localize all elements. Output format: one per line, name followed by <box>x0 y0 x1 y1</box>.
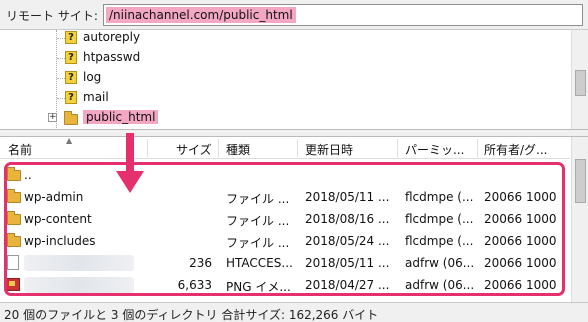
file-icon <box>7 255 19 270</box>
tree-item-label: log <box>83 70 102 84</box>
file-name: wp-includes <box>24 234 96 248</box>
tree-item-label: public_html <box>83 110 159 124</box>
folder-icon <box>7 189 21 203</box>
tree-item-label: autoreply <box>83 30 141 44</box>
redacted-filename <box>24 277 134 293</box>
unknown-question-icon: ? <box>65 71 77 84</box>
file-date: 2018/05/11 ... <box>305 190 390 204</box>
file-date: 2018/05/24 ... <box>305 234 390 248</box>
file-type: ファイル ... <box>226 192 290 206</box>
file-row-parent[interactable]: .. <box>0 164 570 186</box>
folder-icon <box>7 167 21 181</box>
column-header-size[interactable]: サイズ <box>176 141 212 158</box>
tree-scrollbar-thumb[interactable] <box>575 70 586 96</box>
file-permissions: flcdmpe (... <box>405 234 474 248</box>
file-size: 6,633 <box>177 278 212 292</box>
file-owner: 20066 1000 <box>484 256 557 270</box>
unknown-question-icon: ? <box>65 31 77 44</box>
tree-item-label: htpasswd <box>83 50 141 64</box>
folder-icon <box>64 111 78 125</box>
status-text: 20 個のファイルと 3 個のディレクトリ 合計サイズ: 162,266 バイト <box>4 308 379 322</box>
remote-file-list[interactable]: 名前 ▲ サイズ 種類 更新日時 パーミッ... 所有者/グ... .. wp-… <box>0 136 588 303</box>
file-list-scrollbar[interactable] <box>571 137 588 303</box>
file-permissions: flcdmpe (... <box>405 212 474 226</box>
file-size: 236 <box>189 256 212 270</box>
remote-directory-tree[interactable]: ? autoreply ? htpasswd ? log ? mail + pu… <box>0 30 588 130</box>
tree-item-mail[interactable]: ? mail <box>0 88 570 108</box>
file-row-png[interactable]: 6,633 PNG イメ... 2018/04/27 ... adfrw (06… <box>0 274 570 296</box>
tree-item-label: mail <box>83 90 109 104</box>
tree-scrollbar[interactable] <box>571 30 588 129</box>
file-row-wp-content[interactable]: wp-content ファイル ... 2018/08/16 ... flcdm… <box>0 208 570 230</box>
file-list-header: 名前 ▲ サイズ 種類 更新日時 パーミッ... 所有者/グ... <box>0 136 570 159</box>
redacted-filename <box>24 255 134 271</box>
file-permissions: flcdmpe (... <box>405 190 474 204</box>
file-name: .. <box>24 168 32 182</box>
column-header-permissions[interactable]: パーミッ... <box>405 141 464 158</box>
file-type: ファイル ... <box>226 214 290 228</box>
folder-icon <box>7 233 21 247</box>
file-owner: 20066 1000 <box>484 278 557 292</box>
status-bar: 20 個のファイルと 3 個のディレクトリ 合計サイズ: 162,266 バイト <box>0 302 588 322</box>
file-row-wp-includes[interactable]: wp-includes ファイル ... 2018/05/24 ... flcd… <box>0 230 570 252</box>
unknown-question-icon: ? <box>65 91 77 104</box>
remote-site-bar: リモート サイト: /niinachannel.com/public_html <box>0 0 588 30</box>
file-name: wp-admin <box>24 190 84 204</box>
remote-path-value[interactable]: /niinachannel.com/public_html <box>106 7 296 23</box>
column-header-type[interactable]: 種類 <box>226 141 250 158</box>
tree-item-public-html[interactable]: + public_html <box>0 108 570 128</box>
file-date: 2018/05/11 ... <box>305 256 390 270</box>
tree-item-autoreply[interactable]: ? autoreply <box>0 30 570 48</box>
sort-ascending-icon: ▲ <box>66 136 73 145</box>
column-header-name[interactable]: 名前 <box>8 141 32 158</box>
file-type: PNG イメ... <box>226 280 291 294</box>
file-permissions: adfrw (06... <box>405 256 475 270</box>
remote-site-label: リモート サイト: <box>6 9 98 23</box>
file-owner: 20066 1000 <box>484 190 557 204</box>
column-header-date[interactable]: 更新日時 <box>305 141 353 158</box>
column-header-owner[interactable]: 所有者/グ... <box>484 141 548 158</box>
file-row-wp-admin[interactable]: wp-admin ファイル ... 2018/05/11 ... flcdmpe… <box>0 186 570 208</box>
unknown-question-icon: ? <box>65 51 77 64</box>
file-row-htaccess[interactable]: 236 HTACCES... 2018/05/11 ... adfrw (06.… <box>0 252 570 274</box>
tree-item-htpasswd[interactable]: ? htpasswd <box>0 48 570 68</box>
file-owner: 20066 1000 <box>484 234 557 248</box>
expand-toggle-icon[interactable]: + <box>48 113 57 122</box>
file-date: 2018/08/16 ... <box>305 212 390 226</box>
file-date: 2018/04/27 ... <box>305 278 390 292</box>
tree-item-log[interactable]: ? log <box>0 68 570 88</box>
annotation-arrow-down-icon <box>116 171 144 193</box>
file-owner: 20066 1000 <box>484 212 557 226</box>
file-type: ファイル ... <box>226 236 290 250</box>
file-name: wp-content <box>24 212 92 226</box>
folder-icon <box>7 211 21 225</box>
remote-path-input[interactable]: /niinachannel.com/public_html <box>103 4 583 26</box>
file-type: HTACCES... <box>226 256 293 270</box>
file-permissions: adfrw (06... <box>405 278 475 292</box>
annotation-arrow-shaft <box>126 133 134 173</box>
file-list-scrollbar-thumb[interactable] <box>575 159 586 203</box>
png-image-icon <box>6 278 20 291</box>
